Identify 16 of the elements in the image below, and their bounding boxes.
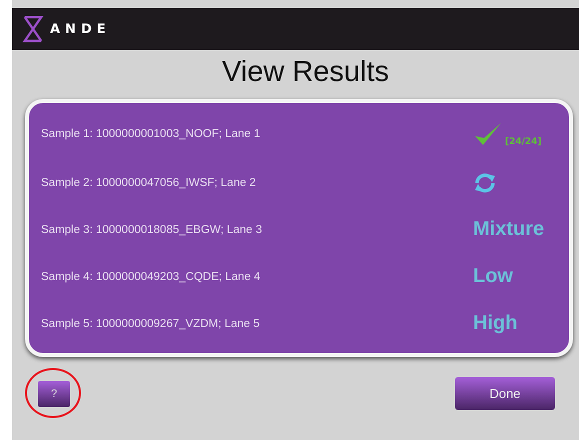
logo-text: ANDE: [50, 22, 111, 36]
pass-count: [24/24]: [505, 136, 542, 147]
sample-label: Sample 5: 1000000009267_VZDM; Lane 5: [41, 318, 260, 330]
page-title: View Results: [220, 56, 390, 89]
logo-icon: [22, 15, 44, 43]
result-text: High: [473, 312, 518, 336]
help-button[interactable]: ?: [38, 380, 70, 406]
refresh-icon: [473, 170, 497, 195]
result-text: Mixture: [473, 218, 544, 242]
sample-label: Sample 3: 1000000018085_EBGW; Lane 3: [41, 224, 262, 236]
result-text: Low: [473, 265, 513, 288]
sample-label: Sample 2: 1000000047056_IWSF; Lane 2: [41, 176, 256, 189]
done-button[interactable]: Done: [455, 377, 555, 410]
sample-label: Sample 1: 1000000001003_NOOF; Lane 1: [41, 128, 260, 140]
check-icon: [473, 120, 503, 147]
sample-label: Sample 4: 1000000049203_CQDE; Lane 4: [41, 270, 260, 283]
